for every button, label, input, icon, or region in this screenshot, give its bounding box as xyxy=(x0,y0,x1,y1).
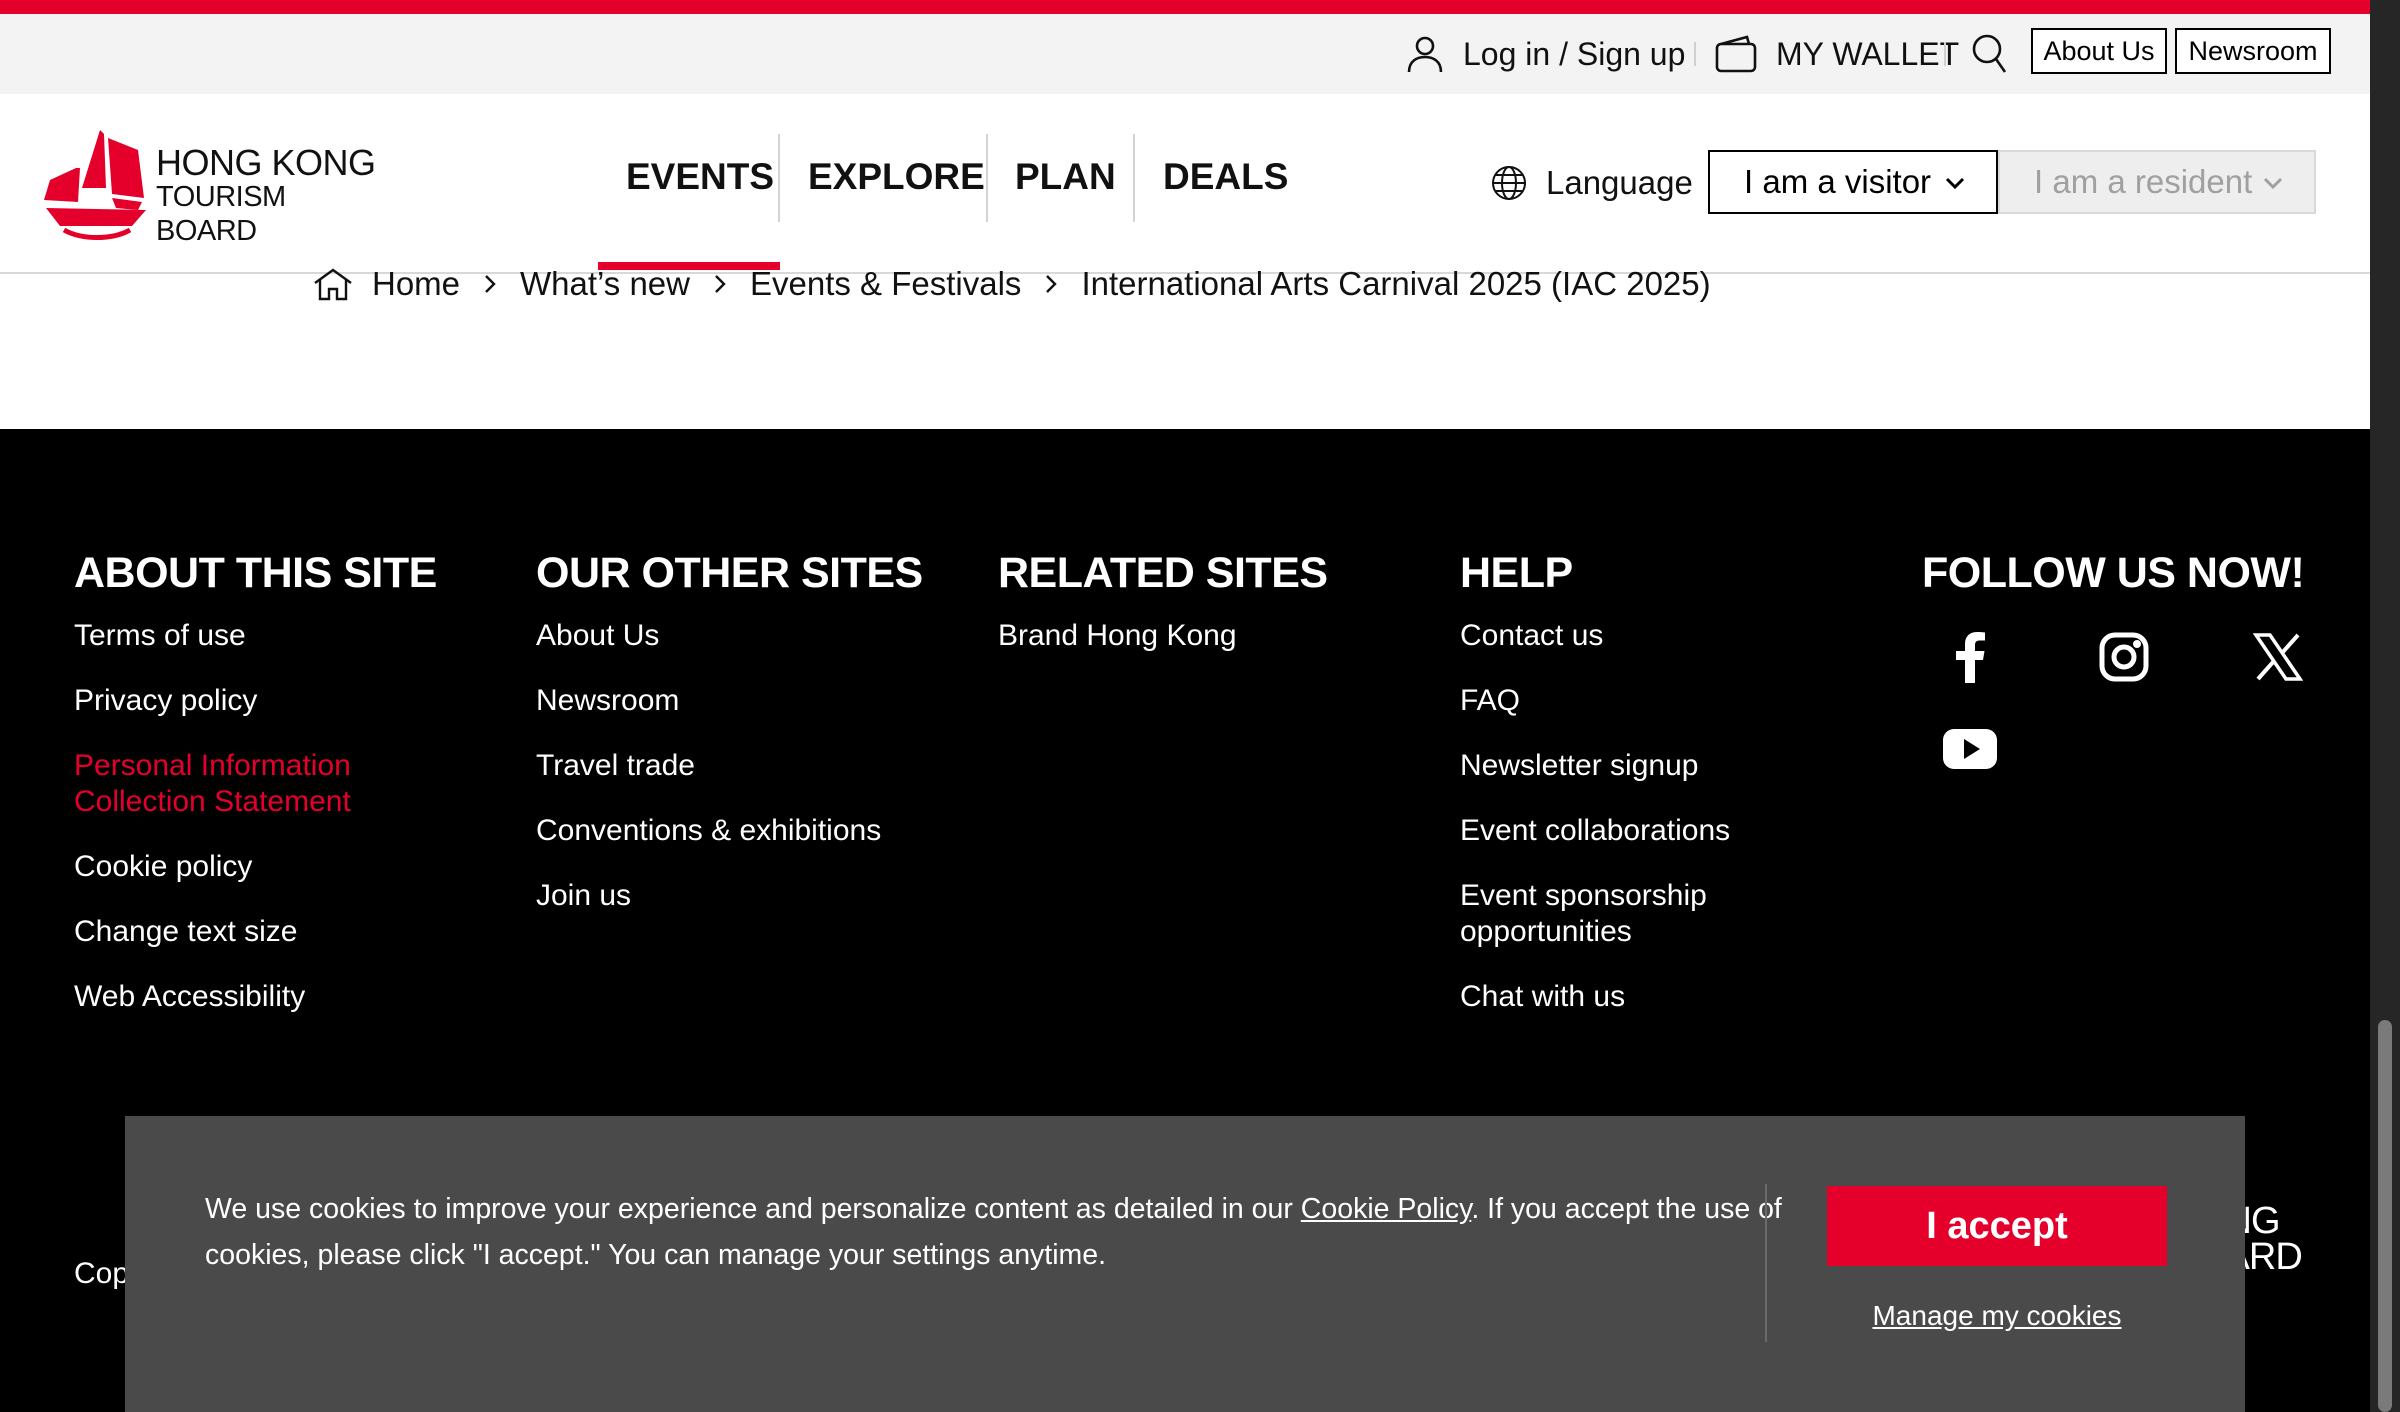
footer-link-event-collab[interactable]: Event collaborations xyxy=(1460,813,1790,849)
utility-divider xyxy=(1944,42,1946,66)
breadcrumb-events-festivals[interactable]: Events & Festivals xyxy=(750,265,1021,303)
footer-col-about: ABOUT THIS SITE Terms of use Privacy pol… xyxy=(74,549,437,1044)
instagram-icon[interactable] xyxy=(2094,627,2154,687)
nav-deals[interactable]: DEALS xyxy=(1163,134,1288,220)
footer-link-conventions[interactable]: Conventions & exhibitions xyxy=(536,813,936,849)
logo-wordmark: HONG KONG TOURISM BOARD xyxy=(156,142,392,248)
footer-col-other-sites: OUR OTHER SITES About Us Newsroom Travel… xyxy=(536,549,936,943)
footer-heading-related: RELATED SITES xyxy=(998,549,1328,597)
footer-heading-help: HELP xyxy=(1460,549,1573,597)
footer-link-about-us[interactable]: About Us xyxy=(536,618,936,654)
cookie-message: We use cookies to improve your experienc… xyxy=(205,1186,1825,1278)
breadcrumb-current: International Arts Carnival 2025 (IAC 20… xyxy=(1081,265,1711,302)
language-selector[interactable]: Language xyxy=(1490,158,1693,208)
cookie-banner: We use cookies to improve your experienc… xyxy=(125,1116,2245,1412)
nav-divider xyxy=(778,134,780,222)
footer-link-chat[interactable]: Chat with us xyxy=(1460,979,1790,1015)
footer-col-related: RELATED SITES Brand Hong Kong xyxy=(998,549,1358,683)
home-icon xyxy=(312,267,354,301)
visitor-select-label: I am a visitor xyxy=(1744,163,1932,200)
footer-heading-other-sites: OUR OTHER SITES xyxy=(536,549,923,597)
top-accent-bar xyxy=(0,0,2370,14)
nav-explore[interactable]: EXPLORE xyxy=(808,134,985,220)
footer-heading-follow: FOLLOW US NOW! xyxy=(1922,549,2305,597)
search-button[interactable] xyxy=(1970,32,2010,76)
copyright-text: Cop xyxy=(74,1257,130,1290)
hktb-logo[interactable]: HONG KONG TOURISM BOARD xyxy=(42,128,392,247)
nav-divider xyxy=(1133,134,1135,222)
footer-link-terms[interactable]: Terms of use xyxy=(74,618,434,654)
footer-link-brand-hk[interactable]: Brand Hong Kong xyxy=(998,618,1358,654)
utility-bar: Log in / Sign up MY WALLET About Us News… xyxy=(0,14,2370,94)
footer-link-newsletter[interactable]: Newsletter signup xyxy=(1460,748,1790,784)
chevron-down-icon xyxy=(1945,177,1965,190)
footer-col-follow: FOLLOW US NOW! xyxy=(1922,549,2322,618)
junk-boat-logo-icon xyxy=(44,130,146,240)
x-icon[interactable] xyxy=(2248,627,2308,687)
footer-link-travel-trade[interactable]: Travel trade xyxy=(536,748,936,784)
footer-link-newsroom[interactable]: Newsroom xyxy=(536,683,936,719)
wallet-link[interactable]: MY WALLET xyxy=(1714,32,1959,76)
chevron-right-icon xyxy=(1043,273,1059,295)
footer-col-help: HELP Contact us FAQ Newsletter signup Ev… xyxy=(1460,549,1790,1044)
footer-link-text-size[interactable]: Change text size xyxy=(74,914,434,950)
page: Log in / Sign up MY WALLET About Us News… xyxy=(0,0,2370,1412)
scrollbar-thumb[interactable] xyxy=(2378,1020,2392,1412)
nav-events[interactable]: EVENTS xyxy=(626,134,774,220)
about-us-button[interactable]: About Us xyxy=(2031,28,2167,74)
footer-link-faq[interactable]: FAQ xyxy=(1460,683,1790,719)
nav-plan[interactable]: PLAN xyxy=(1015,134,1116,220)
manage-cookies-link[interactable]: Manage my cookies xyxy=(1827,1300,2167,1332)
footer-link-join-us[interactable]: Join us xyxy=(536,878,936,914)
cookie-divider xyxy=(1765,1184,1767,1342)
wallet-icon xyxy=(1714,34,1758,74)
globe-icon xyxy=(1492,166,1526,200)
cookie-policy-link[interactable]: Cookie Policy xyxy=(1301,1193,1472,1225)
resident-select[interactable]: I am a resident xyxy=(1998,150,2316,214)
chevron-down-icon xyxy=(2263,177,2283,190)
login-label: Log in / Sign up xyxy=(1463,35,1686,72)
footer-link-privacy[interactable]: Privacy policy xyxy=(74,683,434,719)
breadcrumb-whats-new[interactable]: What’s new xyxy=(520,265,690,303)
logo-line-2: TOURISM BOARD xyxy=(156,181,286,247)
utility-divider xyxy=(1694,42,1696,66)
language-label: Language xyxy=(1546,164,1693,201)
youtube-icon[interactable] xyxy=(1940,719,2000,779)
search-icon xyxy=(1970,32,2010,76)
facebook-icon[interactable] xyxy=(1940,627,2000,687)
footer-heading-about: ABOUT THIS SITE xyxy=(74,549,437,597)
user-icon xyxy=(1405,34,1445,74)
footer-link-sponsorship[interactable]: Event sponsorship opportunities xyxy=(1460,878,1760,950)
cookie-text-before: We use cookies to improve your experienc… xyxy=(205,1193,1301,1225)
chevron-right-icon xyxy=(712,273,728,295)
resident-select-label: I am a resident xyxy=(2034,163,2253,200)
footer-link-accessibility[interactable]: Web Accessibility xyxy=(74,979,434,1015)
chevron-right-icon xyxy=(482,273,498,295)
footer-link-cookie-policy[interactable]: Cookie policy xyxy=(74,849,434,885)
newsroom-button[interactable]: Newsroom xyxy=(2175,28,2331,74)
breadcrumb-home[interactable]: Home xyxy=(372,265,460,303)
wallet-label: MY WALLET xyxy=(1776,35,1960,72)
visitor-select[interactable]: I am a visitor xyxy=(1708,150,1998,214)
main-header: HONG KONG TOURISM BOARD EVENTS EXPLORE P… xyxy=(0,94,2370,274)
breadcrumb: Home What’s new Events & Festivals Inter… xyxy=(312,264,1711,304)
footer-link-contact[interactable]: Contact us xyxy=(1460,618,1790,654)
accept-cookies-button[interactable]: I accept xyxy=(1827,1186,2167,1266)
login-link[interactable]: Log in / Sign up xyxy=(1405,32,1685,76)
footer-link-pics[interactable]: Personal Information Collection Statemen… xyxy=(74,748,374,820)
nav-divider xyxy=(986,134,988,222)
logo-line-1: HONG KONG xyxy=(156,142,376,183)
